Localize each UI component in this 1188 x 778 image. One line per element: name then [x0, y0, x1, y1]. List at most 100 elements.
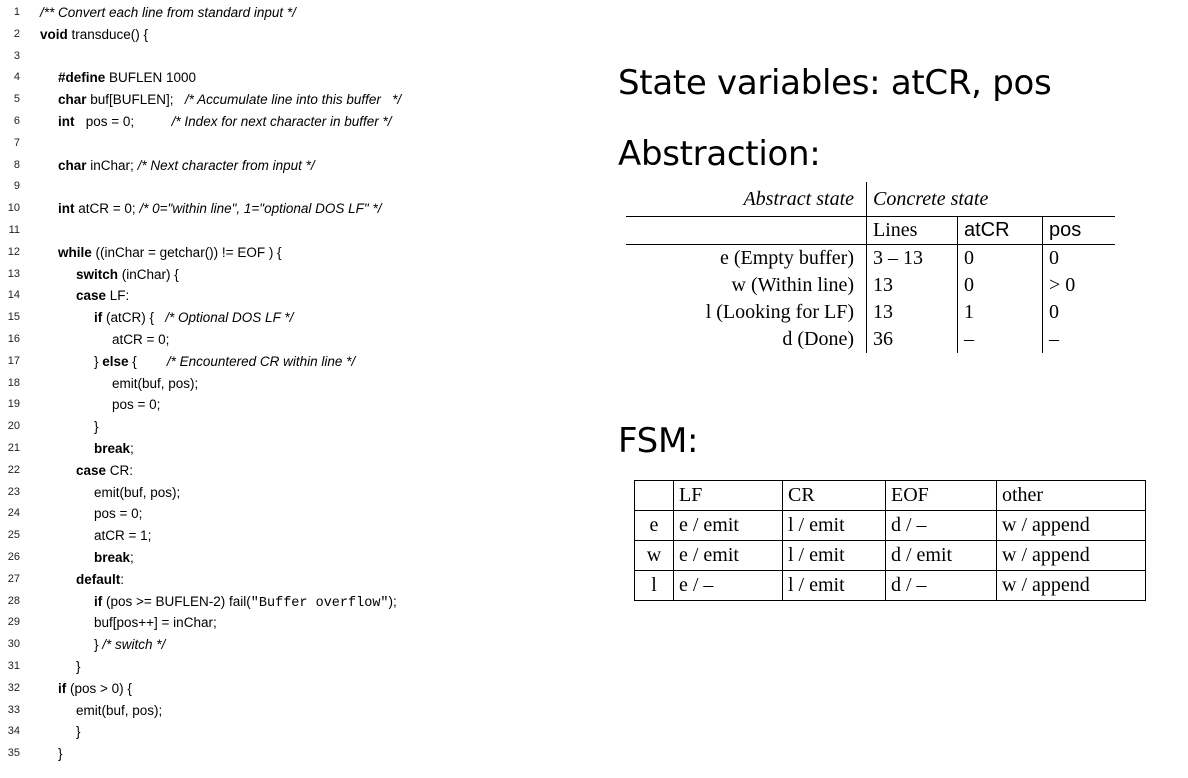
code-comment: /** Convert each line from standard inpu…	[40, 5, 296, 20]
code-token: (pos > 0) {	[66, 680, 132, 696]
abs-atcr-d: –	[957, 326, 1043, 353]
code-text: } /* switch */	[94, 634, 165, 656]
line-number: 9	[13, 180, 20, 193]
code-token: (atCR) {	[102, 310, 166, 326]
code-line: 13 switch (inChar) {	[0, 264, 560, 286]
code-keyword: else	[102, 353, 129, 369]
line-number: 15	[7, 311, 20, 324]
code-line: 5 char buf[BUFLEN]; /* Accumulate line in…	[0, 89, 560, 111]
code-text: int pos = 0; /* Index for next character…	[58, 111, 392, 133]
code-text: if (pos >= BUFLEN-2) fail("Buffer overfl…	[94, 591, 397, 615]
code-text: case CR:	[76, 460, 133, 482]
code-token: emit(buf, pos);	[94, 484, 181, 500]
code-line: 24 pos = 0;	[0, 503, 560, 525]
code-token: ;	[130, 440, 134, 456]
code-line: 10 int atCR = 0; /* 0="within line", 1="o…	[0, 198, 560, 220]
line-number: 31	[7, 659, 20, 672]
code-line: 26 break;	[0, 547, 560, 569]
code-line: 18 emit(buf, pos);	[0, 373, 560, 395]
abstract-state-header: Abstract state	[626, 182, 867, 217]
abs-state-d: d (Done)	[626, 326, 867, 353]
fsm-cell: w / append	[996, 570, 1146, 601]
code-text: break;	[94, 547, 134, 569]
abstraction-table: Abstract state Concrete state Lines atCR…	[626, 182, 1115, 353]
code-line: 19 pos = 0;	[0, 394, 560, 416]
code-comment: /* Optional DOS LF */	[165, 310, 294, 326]
line-number: 5	[13, 93, 20, 106]
line-number: 8	[13, 158, 20, 171]
fsm-state-l: l	[634, 570, 674, 601]
code-line: 28 if (pos >= BUFLEN-2) fail("Buffer over…	[0, 591, 560, 613]
code-token: (inChar) {	[118, 266, 179, 282]
code-line: 33 emit(buf, pos);	[0, 700, 560, 722]
code-token: pos = 0;	[74, 113, 172, 129]
code-comment: /* Index for next character in buffer */	[171, 113, 392, 129]
code-keyword: case	[76, 288, 107, 304]
line-number: 27	[7, 572, 20, 585]
line-number: 10	[7, 202, 20, 215]
line-number: 13	[7, 267, 20, 280]
code-token: emit(buf, pos);	[112, 375, 199, 391]
subheader-atcr: atCR	[957, 216, 1043, 245]
abs-state-e: e (Empty buffer)	[626, 244, 867, 272]
fsm-cell: d / –	[885, 510, 997, 541]
code-token: }	[76, 724, 81, 740]
line-number: 3	[13, 49, 20, 62]
code-token: atCR = 1;	[94, 528, 152, 544]
code-token: pos = 0;	[112, 397, 161, 413]
code-text: pos = 0;	[94, 503, 142, 525]
code-token: pos = 0;	[94, 506, 143, 522]
code-text: while ((inChar = getchar()) != EOF ) {	[58, 242, 282, 264]
code-line: 11	[0, 220, 560, 242]
code-text: /** Convert each line from standard inpu…	[40, 2, 296, 24]
code-text: if (atCR) { /* Optional DOS LF */	[94, 307, 293, 329]
code-listing: 1 /** Convert each line from standard inp…	[0, 2, 560, 765]
fsm-header-other: other	[996, 480, 1146, 511]
code-line: 31}	[0, 656, 560, 678]
code-keyword: #define	[58, 70, 106, 86]
code-token: ((inChar = getchar()) != EOF ) {	[91, 244, 282, 260]
line-number: 17	[7, 354, 20, 367]
code-keyword: char	[58, 157, 87, 173]
code-token: }	[58, 746, 63, 762]
code-text: switch (inChar) {	[76, 264, 179, 286]
line-number: 25	[7, 529, 20, 542]
line-number: 19	[7, 398, 20, 411]
abs-atcr-l: 1	[957, 299, 1043, 326]
line-number: 4	[13, 71, 20, 84]
code-keyword: while	[58, 244, 92, 260]
code-keyword: int	[58, 113, 75, 129]
code-text: atCR = 1;	[94, 525, 151, 547]
code-text: case LF:	[76, 285, 129, 307]
abs-lines-l: 13	[866, 299, 958, 326]
code-keyword: int	[58, 201, 75, 217]
code-token: transduce() {	[67, 26, 149, 42]
code-comment: /* Encountered CR within line */	[166, 353, 356, 369]
code-token: buf[pos++] = inChar;	[94, 615, 217, 631]
code-keyword: if	[58, 680, 67, 696]
code-text: default:	[76, 569, 124, 591]
abs-pos-d: –	[1049, 328, 1059, 350]
code-text: pos = 0;	[112, 394, 160, 416]
code-line: 15 if (atCR) { /* Optional DOS LF */	[0, 307, 560, 329]
line-number: 21	[7, 441, 20, 454]
code-line: 30} /* switch */	[0, 634, 560, 656]
fsm-header-lf: LF	[673, 480, 783, 511]
code-comment: /* 0="within line", 1="optional DOS LF" …	[139, 201, 382, 217]
fsm-cell: e / emit	[673, 540, 783, 571]
code-keyword: case	[76, 462, 107, 478]
line-number: 11	[8, 223, 20, 236]
fsm-cell: w / append	[996, 540, 1146, 571]
code-keyword: break	[94, 549, 131, 565]
code-line: 35}	[0, 743, 560, 765]
code-token: ;	[130, 549, 134, 565]
code-line: 32 if (pos > 0) {	[0, 678, 560, 700]
code-text: char inChar; /* Next character from inpu…	[58, 155, 315, 177]
code-line: 7	[0, 133, 560, 155]
abstraction-heading: Abstraction:	[618, 134, 821, 174]
code-text: emit(buf, pos);	[94, 482, 180, 504]
code-token: inChar;	[86, 157, 138, 173]
code-token: }	[76, 658, 81, 674]
code-token: "Buffer overflow"	[250, 595, 389, 611]
code-keyword: break	[94, 440, 131, 456]
